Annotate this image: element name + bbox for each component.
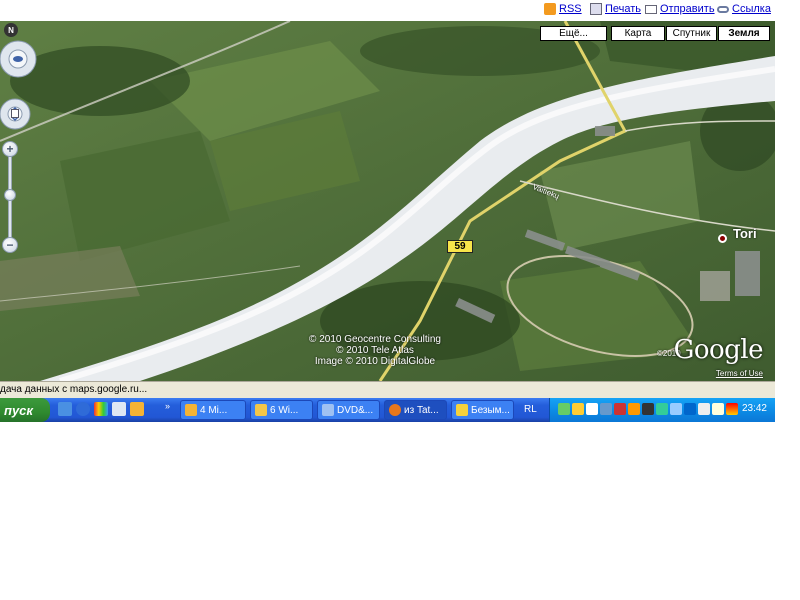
start-button[interactable]: пуск [0, 398, 50, 422]
tray-app-icon[interactable] [628, 403, 640, 415]
taskbar: пуск » 4 Mi... 6 Wi... DVD&... из Tat...… [0, 398, 775, 422]
chain-link-icon [717, 5, 729, 13]
more-button[interactable]: Ещё... [540, 26, 607, 41]
rainbow-app-icon[interactable] [94, 402, 108, 416]
windows-folder-icon [255, 404, 267, 416]
taskbar-button-active[interactable]: из Tat... [384, 400, 447, 420]
show-desktop-icon[interactable] [58, 402, 72, 416]
start-label: пуск [4, 402, 33, 418]
map-type-satellite-button[interactable]: Спутник [666, 26, 717, 41]
map-imagery [0, 21, 775, 381]
zoom-slider[interactable] [8, 156, 12, 246]
taskbar-button[interactable]: 6 Wi... [250, 400, 313, 420]
link-bar: RSS Печать Отправить Ссылка [0, 0, 775, 21]
status-text: дача данных с maps.google.ru... [0, 384, 148, 395]
system-tray: 23:42 [549, 398, 775, 422]
ie-icon[interactable] [76, 402, 90, 416]
language-indicator[interactable]: RL [524, 404, 537, 415]
copyright-line: Image © 2010 DigitalGlobe [314, 356, 436, 367]
link-link[interactable]: Ссылка [717, 3, 771, 15]
taskbar-button[interactable]: DVD&... [317, 400, 380, 420]
tray-app-icon[interactable] [698, 403, 710, 415]
envelope-icon [645, 4, 657, 14]
rss-link[interactable]: RSS [544, 3, 582, 15]
taskbar-button[interactable]: 4 Mi... [180, 400, 246, 420]
send-label: Отправить [660, 3, 715, 15]
print-label: Печать [605, 3, 642, 15]
map-copyright: © 2010 Geocentre Consulting © 2010 Tele … [300, 334, 450, 367]
place-label[interactable]: Tori [733, 226, 757, 241]
tray-app-icon[interactable] [642, 403, 654, 415]
zoom-slider-handle[interactable] [4, 189, 16, 201]
tray-app-icon[interactable] [712, 403, 724, 415]
google-logo: Google [673, 335, 764, 365]
pan-control[interactable] [0, 96, 40, 136]
rss-label: RSS [559, 3, 582, 15]
status-bar: дача данных с maps.google.ru... [0, 381, 775, 398]
copyright-line: © 2010 Geocentre Consulting [309, 334, 441, 345]
copyright-line: © 2010 Tele Atlas [336, 345, 414, 356]
tray-app-icon[interactable] [684, 403, 696, 415]
clock[interactable]: 23:42 [742, 403, 767, 414]
rss-icon [544, 3, 556, 15]
taskbar-button-label: 4 Mi... [200, 404, 228, 416]
folder-quick-icon[interactable] [130, 402, 144, 416]
map-type-map-button[interactable]: Карта [611, 26, 665, 41]
hand-icon [11, 109, 19, 118]
tray-app-icon[interactable] [586, 403, 598, 415]
tray-app-icon[interactable] [656, 403, 668, 415]
search-app-icon[interactable] [112, 402, 126, 416]
tray-app-icon[interactable] [670, 403, 682, 415]
taskbar-button-label: Безым... [471, 404, 510, 416]
compass-north-icon[interactable]: N [4, 23, 18, 37]
taskbar-button[interactable]: Безым... [451, 400, 514, 420]
tray-app-icon[interactable] [600, 403, 612, 415]
taskbar-button-label: из Tat... [404, 404, 439, 416]
printer-icon [590, 3, 602, 15]
route-shield: 59 [447, 240, 473, 253]
expand-chevron-icon[interactable]: » [165, 401, 170, 411]
taskbar-button-label: 6 Wi... [270, 404, 299, 416]
map-type-earth-button[interactable]: Земля [718, 26, 770, 41]
dvd-icon [322, 404, 334, 416]
tray-app-icon[interactable] [558, 403, 570, 415]
firefox-icon [389, 404, 401, 416]
send-link[interactable]: Отправить [645, 3, 715, 15]
flag-icon[interactable] [726, 403, 738, 415]
folder-icon [185, 404, 197, 416]
paint-icon [456, 404, 468, 416]
place-marker[interactable] [718, 234, 727, 243]
tray-app-icon[interactable] [614, 403, 626, 415]
print-link[interactable]: Печать [590, 3, 641, 15]
tray-app-icon[interactable] [572, 403, 584, 415]
taskbar-button-label: DVD&... [337, 404, 374, 416]
terms-link[interactable]: Terms of Use [716, 369, 763, 378]
satellite-map[interactable]: N + − Ещё... Карта Спутник Земля 59 Vait… [0, 21, 775, 381]
zoom-in-button[interactable]: + [2, 141, 18, 157]
zoom-out-button[interactable]: − [2, 237, 18, 253]
link-label: Ссылка [732, 3, 771, 15]
